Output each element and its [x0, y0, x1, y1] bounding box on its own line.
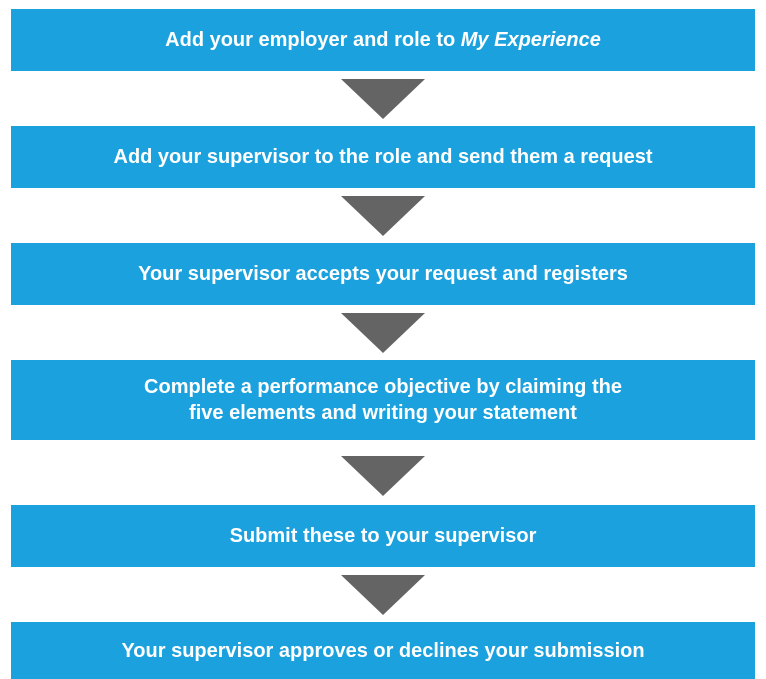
- step-5-box: Submit these to your supervisor: [11, 505, 755, 567]
- step-4-line-1: Complete a performance objective by clai…: [144, 376, 622, 398]
- step-6-label: Your supervisor approves or declines you…: [121, 639, 645, 662]
- step-2-box: Add your supervisor to the role and send…: [11, 126, 755, 188]
- down-arrow-icon: [341, 79, 425, 119]
- step-6-box: Your supervisor approves or declines you…: [11, 622, 755, 679]
- step-5-label: Submit these to your supervisor: [229, 525, 537, 547]
- step-4-box: Complete a performance objective by clai…: [11, 360, 755, 440]
- step-4-text: Complete a performance objective by clai…: [144, 374, 622, 426]
- step-3-box: Your supervisor accepts your request and…: [11, 243, 755, 305]
- down-arrow-icon: [341, 456, 425, 496]
- down-arrow-icon: [341, 313, 425, 353]
- step-1-box: Add your employer and role to My Experie…: [11, 9, 755, 71]
- step-2-label: Add your supervisor to the role and send…: [113, 146, 653, 168]
- step-3-label: Your supervisor accepts your request and…: [138, 263, 628, 285]
- process-flow-diagram: Add your employer and role to My Experie…: [0, 0, 766, 679]
- step-1-label: Add your employer and role to: [165, 29, 461, 51]
- down-arrow-icon: [341, 196, 425, 236]
- step-1-text: Add your employer and role to My Experie…: [165, 27, 601, 53]
- step-1-emphasis: My Experience: [460, 29, 601, 51]
- step-4-line-2: five elements and writing your statement: [189, 402, 577, 424]
- down-arrow-icon: [341, 575, 425, 615]
